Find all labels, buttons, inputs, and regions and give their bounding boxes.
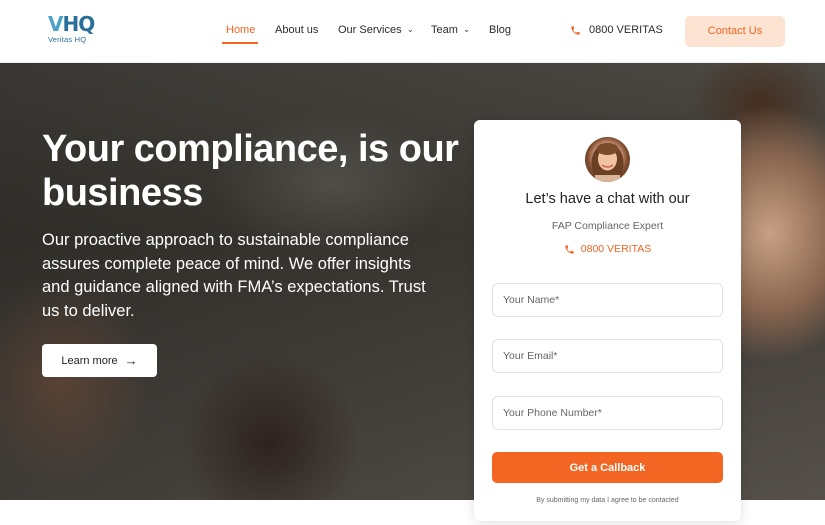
nav-item-about[interactable]: About us — [275, 24, 318, 36]
chevron-down-icon: ⌄ — [462, 23, 471, 34]
nav-label-home: Home — [226, 24, 256, 36]
nav-active-underline — [222, 42, 258, 44]
logo-text: Veritas HQ — [48, 35, 87, 44]
hero-title: Your compliance, is our business — [42, 128, 459, 214]
nav-label-blog: Blog — [489, 24, 512, 36]
phone-number-input[interactable] — [492, 396, 723, 430]
header-phone-text: 0800 VERITAS — [589, 24, 663, 36]
nav-item-services[interactable]: Our Services ⌄ — [338, 23, 415, 37]
avatar-portrait-icon — [591, 143, 624, 182]
logo-mark: VHQ — [48, 12, 95, 36]
email-input[interactable] — [492, 339, 723, 373]
form-disclaimer: By submitting my data I agree to be cont… — [536, 497, 679, 504]
logo[interactable]: VHQ Veritas HQ — [48, 14, 100, 48]
arrow-right-icon: → — [124, 353, 138, 368]
callback-form-card: Let’s have a chat with our FAP Complianc… — [474, 120, 741, 521]
header-phone-link[interactable]: 0800 VERITAS — [570, 24, 663, 36]
learn-more-button[interactable]: Learn more → — [42, 344, 157, 377]
nav-item-blog[interactable]: Blog — [489, 24, 511, 36]
get-callback-button[interactable]: Get a Callback — [492, 452, 723, 483]
nav-item-home[interactable]: Home — [226, 24, 255, 36]
nav-item-team[interactable]: Team ⌄ — [431, 23, 471, 37]
nav-label-about: About us — [275, 24, 319, 36]
phone-icon — [571, 25, 580, 35]
nav-label-services: Our Services — [338, 24, 402, 36]
form-phone-link[interactable]: 0800 VERITAS — [474, 243, 741, 255]
form-title: Let’s have a chat with our — [525, 191, 690, 207]
phone-icon — [565, 244, 574, 254]
nav-label-team: Team — [431, 24, 458, 36]
expert-avatar — [585, 137, 630, 182]
form-phone-text: 0800 VERITAS — [580, 243, 652, 255]
hero-description: Our proactive approach to sustainable co… — [42, 231, 426, 320]
name-input[interactable] — [492, 283, 723, 317]
form-subtitle: FAP Compliance Expert — [551, 220, 664, 232]
learn-more-label: Learn more — [61, 354, 118, 367]
contact-us-button[interactable]: Contact Us — [685, 16, 785, 47]
chevron-down-icon: ⌄ — [406, 23, 415, 34]
site-header: VHQ Veritas HQ Home About us Our Service… — [0, 0, 825, 63]
